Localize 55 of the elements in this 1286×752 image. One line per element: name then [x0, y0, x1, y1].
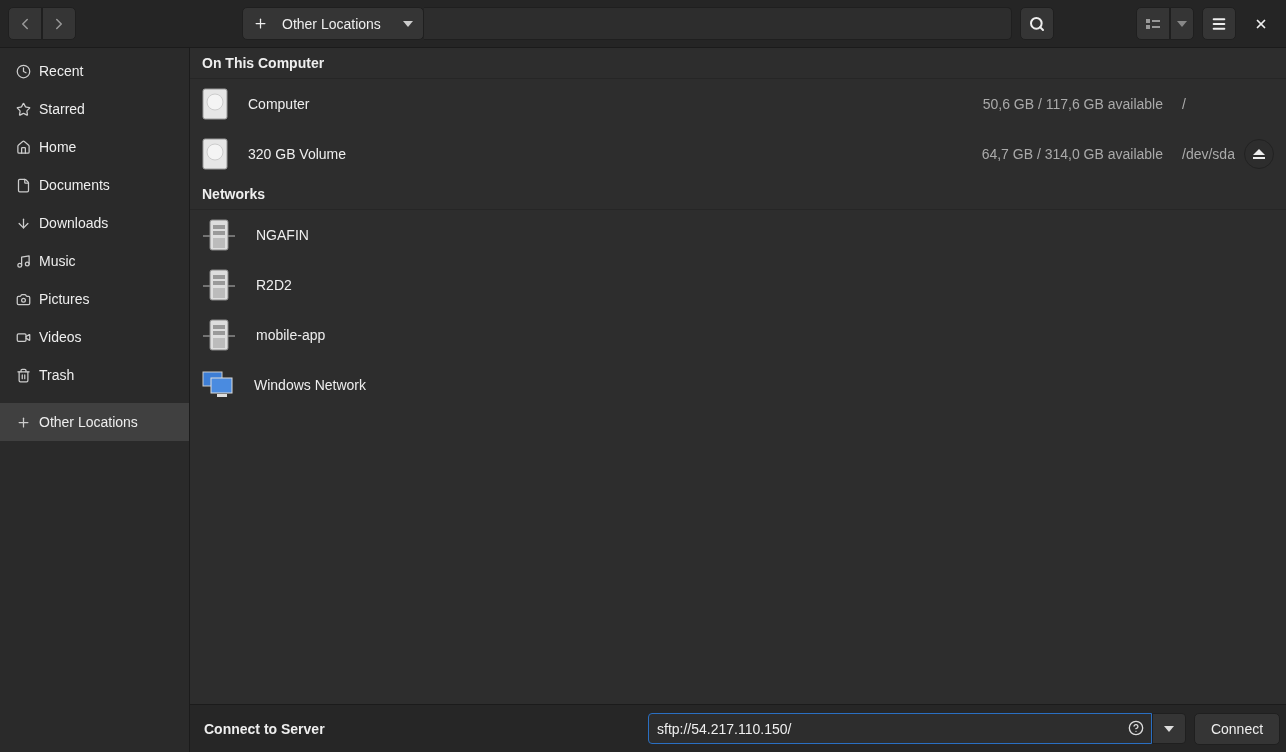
music-note-icon	[16, 253, 31, 269]
location-button[interactable]: Other Locations	[242, 7, 424, 40]
history-dropdown-button[interactable]	[1152, 713, 1186, 744]
sidebar-item[interactable]: Other Locations	[0, 403, 189, 441]
download-icon	[16, 215, 31, 231]
sidebar-item[interactable]: Starred	[0, 90, 189, 128]
menu-icon	[1211, 15, 1227, 32]
eject-button[interactable]	[1244, 139, 1274, 169]
camera-icon	[16, 291, 31, 307]
menu-button[interactable]	[1202, 7, 1236, 40]
section-heading: On This Computer	[190, 48, 1286, 79]
server-icon	[202, 319, 236, 351]
sidebar-item[interactable]: Trash	[0, 356, 189, 394]
list-view-icon	[1146, 18, 1160, 29]
location-name[interactable]: Windows Network	[254, 377, 1274, 393]
available-space: 64,7 GB / 314,0 GB available	[981, 146, 1163, 162]
sidebar-item[interactable]: Pictures	[0, 280, 189, 318]
location-name[interactable]: mobile-app	[256, 327, 1274, 343]
location-name[interactable]: NGAFIN	[256, 227, 1274, 243]
sidebar-item[interactable]: Videos	[0, 318, 189, 356]
sidebar-item[interactable]: Home	[0, 128, 189, 166]
home-icon	[16, 139, 31, 155]
mount-path: /dev/sda	[1182, 146, 1236, 162]
view-options-button[interactable]	[1170, 7, 1194, 40]
location-name[interactable]: 320 GB Volume	[248, 146, 982, 162]
search-button[interactable]	[1020, 7, 1054, 40]
sidebar-item[interactable]: Downloads	[0, 204, 189, 242]
plus-icon	[16, 414, 31, 430]
server-icon	[202, 269, 236, 301]
server-icon	[202, 219, 236, 251]
hard-drive-icon	[202, 138, 228, 170]
hard-drive-icon	[202, 88, 228, 120]
plus-icon	[253, 16, 268, 31]
location-name[interactable]: Computer	[248, 96, 983, 112]
server-address-field[interactable]: sftp://54.217.110.150/	[648, 713, 1152, 744]
location-name[interactable]: R2D2	[256, 277, 1274, 293]
sidebar-item[interactable]: Music	[0, 242, 189, 280]
clock-icon	[16, 63, 31, 79]
view-toggle-button[interactable]	[1136, 7, 1170, 40]
help-icon	[1128, 720, 1144, 736]
sidebar-item[interactable]: Documents	[0, 166, 189, 204]
star-icon	[16, 101, 31, 117]
search-icon	[1029, 15, 1045, 32]
connect-label: Connect to Server	[204, 720, 326, 737]
section-heading: Networks	[190, 179, 1286, 210]
caret-icon	[1177, 20, 1187, 27]
sidebar-item[interactable]: Recent	[0, 52, 189, 90]
trash-icon	[16, 367, 31, 383]
mount-path: /	[1182, 96, 1187, 112]
eject-icon	[1253, 149, 1265, 159]
document-icon	[16, 177, 31, 193]
caret-icon	[403, 20, 413, 27]
available-space: 50,6 GB / 117,6 GB available	[982, 96, 1163, 112]
connect-button[interactable]: Connect	[1194, 712, 1280, 745]
caret-icon	[1164, 725, 1174, 732]
